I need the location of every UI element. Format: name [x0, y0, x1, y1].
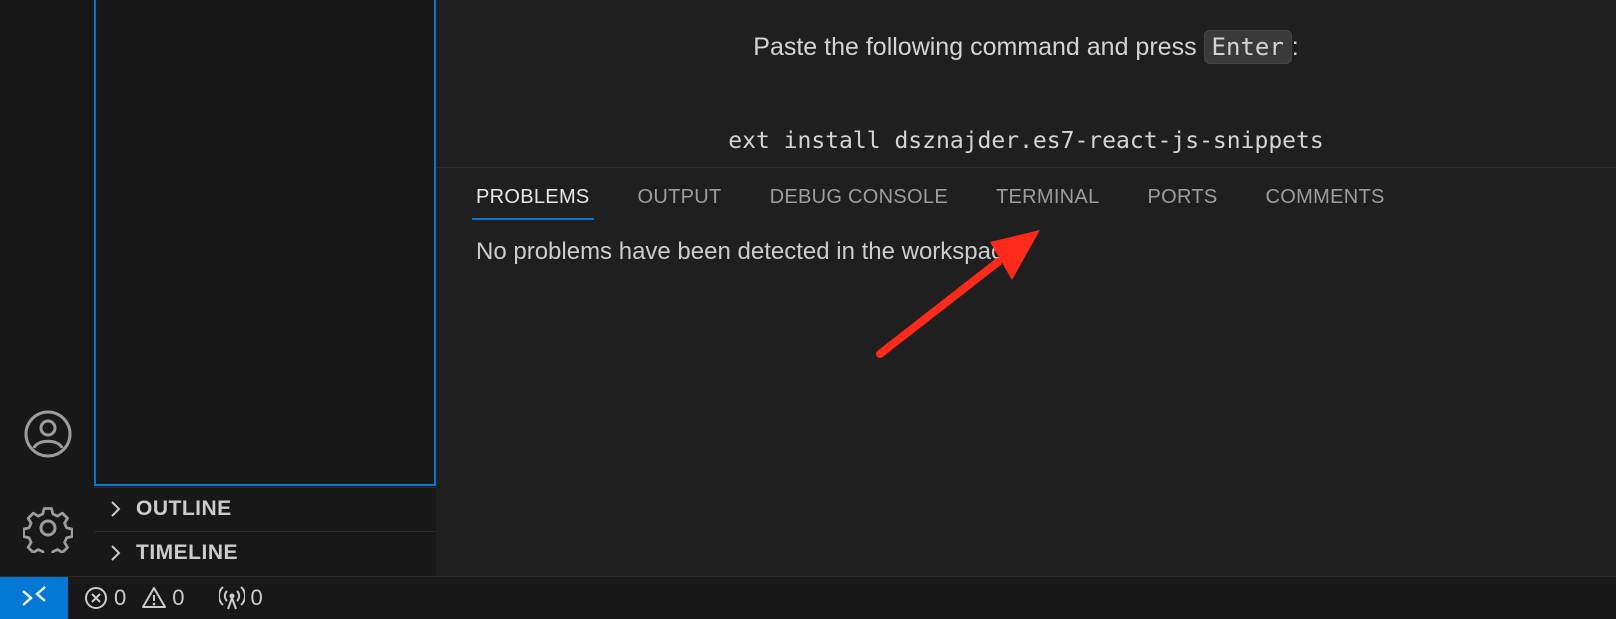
bottom-panel: PROBLEMS OUTPUT DEBUG CONSOLE TERMINAL P…	[436, 168, 1616, 576]
problems-message: No problems have been detected in the wo…	[476, 238, 1023, 265]
chevron-right-icon	[94, 488, 136, 530]
editor-area: Paste the following command and press En…	[436, 0, 1616, 168]
remote-icon	[22, 586, 46, 606]
tab-ports[interactable]: PORTS	[1148, 168, 1218, 226]
remote-indicator[interactable]	[0, 577, 68, 619]
broadcast-icon	[218, 586, 245, 610]
gear-icon[interactable]	[22, 502, 74, 554]
tab-terminal[interactable]: TERMINAL	[996, 168, 1100, 226]
sidebar-section-timeline[interactable]: TIMELINE	[94, 531, 436, 574]
tab-problems[interactable]: PROBLEMS	[472, 168, 594, 226]
sidebar: OUTLINE TIMELINE	[94, 0, 437, 576]
ports-status[interactable]: 0	[218, 585, 263, 611]
account-icon[interactable]	[22, 408, 74, 460]
sidebar-view-focused[interactable]	[94, 0, 436, 486]
instruction-text: Paste the following command and press En…	[436, 30, 1616, 64]
instruction-before: Paste the following command and press	[753, 33, 1204, 61]
sidebar-section-label: TIMELINE	[136, 541, 238, 564]
chevron-right-icon	[94, 532, 136, 574]
warnings-count: 0	[172, 585, 185, 610]
warning-icon	[142, 587, 167, 608]
tab-comments[interactable]: COMMENTS	[1266, 168, 1385, 226]
ports-count: 0	[250, 585, 263, 610]
instruction-after: :	[1291, 33, 1299, 61]
errors-count: 0	[114, 585, 127, 610]
panel-tabs: PROBLEMS OUTPUT DEBUG CONSOLE TERMINAL P…	[436, 168, 1433, 226]
sidebar-section-label: OUTLINE	[136, 497, 232, 520]
tab-debug-console[interactable]: DEBUG CONSOLE	[770, 168, 948, 226]
error-icon	[85, 587, 107, 609]
warnings-status[interactable]: 0	[142, 585, 185, 611]
sidebar-section-outline[interactable]: OUTLINE	[94, 487, 436, 530]
install-command: ext install dsznajder.es7-react-js-snipp…	[728, 128, 1324, 154]
enter-key-badge: Enter	[1203, 30, 1292, 64]
tab-output[interactable]: OUTPUT	[638, 168, 722, 226]
errors-status[interactable]: 0	[84, 585, 126, 611]
status-bar: 0 0 0	[0, 576, 1616, 619]
activity-bar	[0, 0, 94, 576]
